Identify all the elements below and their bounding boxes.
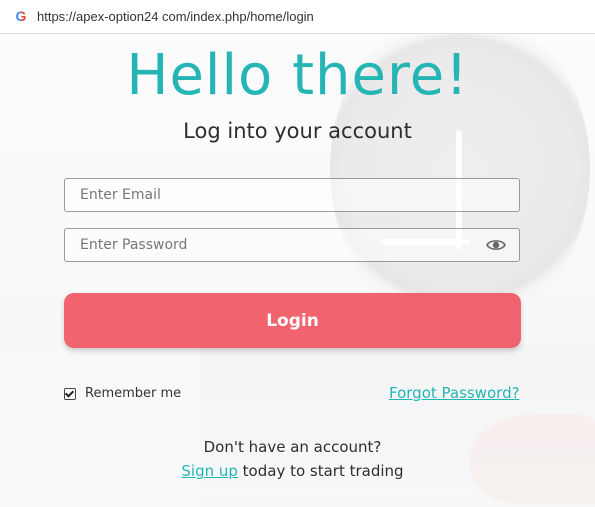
signup-line: Sign up today to start trading [0, 462, 585, 480]
eye-icon[interactable] [486, 237, 506, 253]
remember-me-label: Remember me [85, 386, 182, 401]
remember-me[interactable]: Remember me [64, 386, 181, 401]
checkbox-checked-icon[interactable] [64, 387, 76, 400]
browser-address-bar[interactable]: G https://apex-option24 com/index.php/ho… [0, 0, 595, 34]
url-text[interactable]: https://apex-option24 com/index.php/home… [37, 9, 314, 24]
login-button[interactable]: Login [64, 293, 521, 348]
signup-suffix-text: today to start trading [237, 462, 404, 480]
page-title: Hello there! [126, 43, 469, 108]
forgot-password-link[interactable]: Forgot Password? [389, 384, 520, 402]
google-favicon-icon: G [13, 8, 29, 24]
sign-up-link[interactable]: Sign up [181, 462, 238, 480]
email-field[interactable] [64, 178, 520, 212]
no-account-text: Don't have an account? [203, 438, 382, 456]
page-subtitle: Log into your account [183, 119, 412, 143]
login-page: Hello there! Log into your account Login… [0, 34, 595, 507]
password-field[interactable] [64, 228, 520, 262]
